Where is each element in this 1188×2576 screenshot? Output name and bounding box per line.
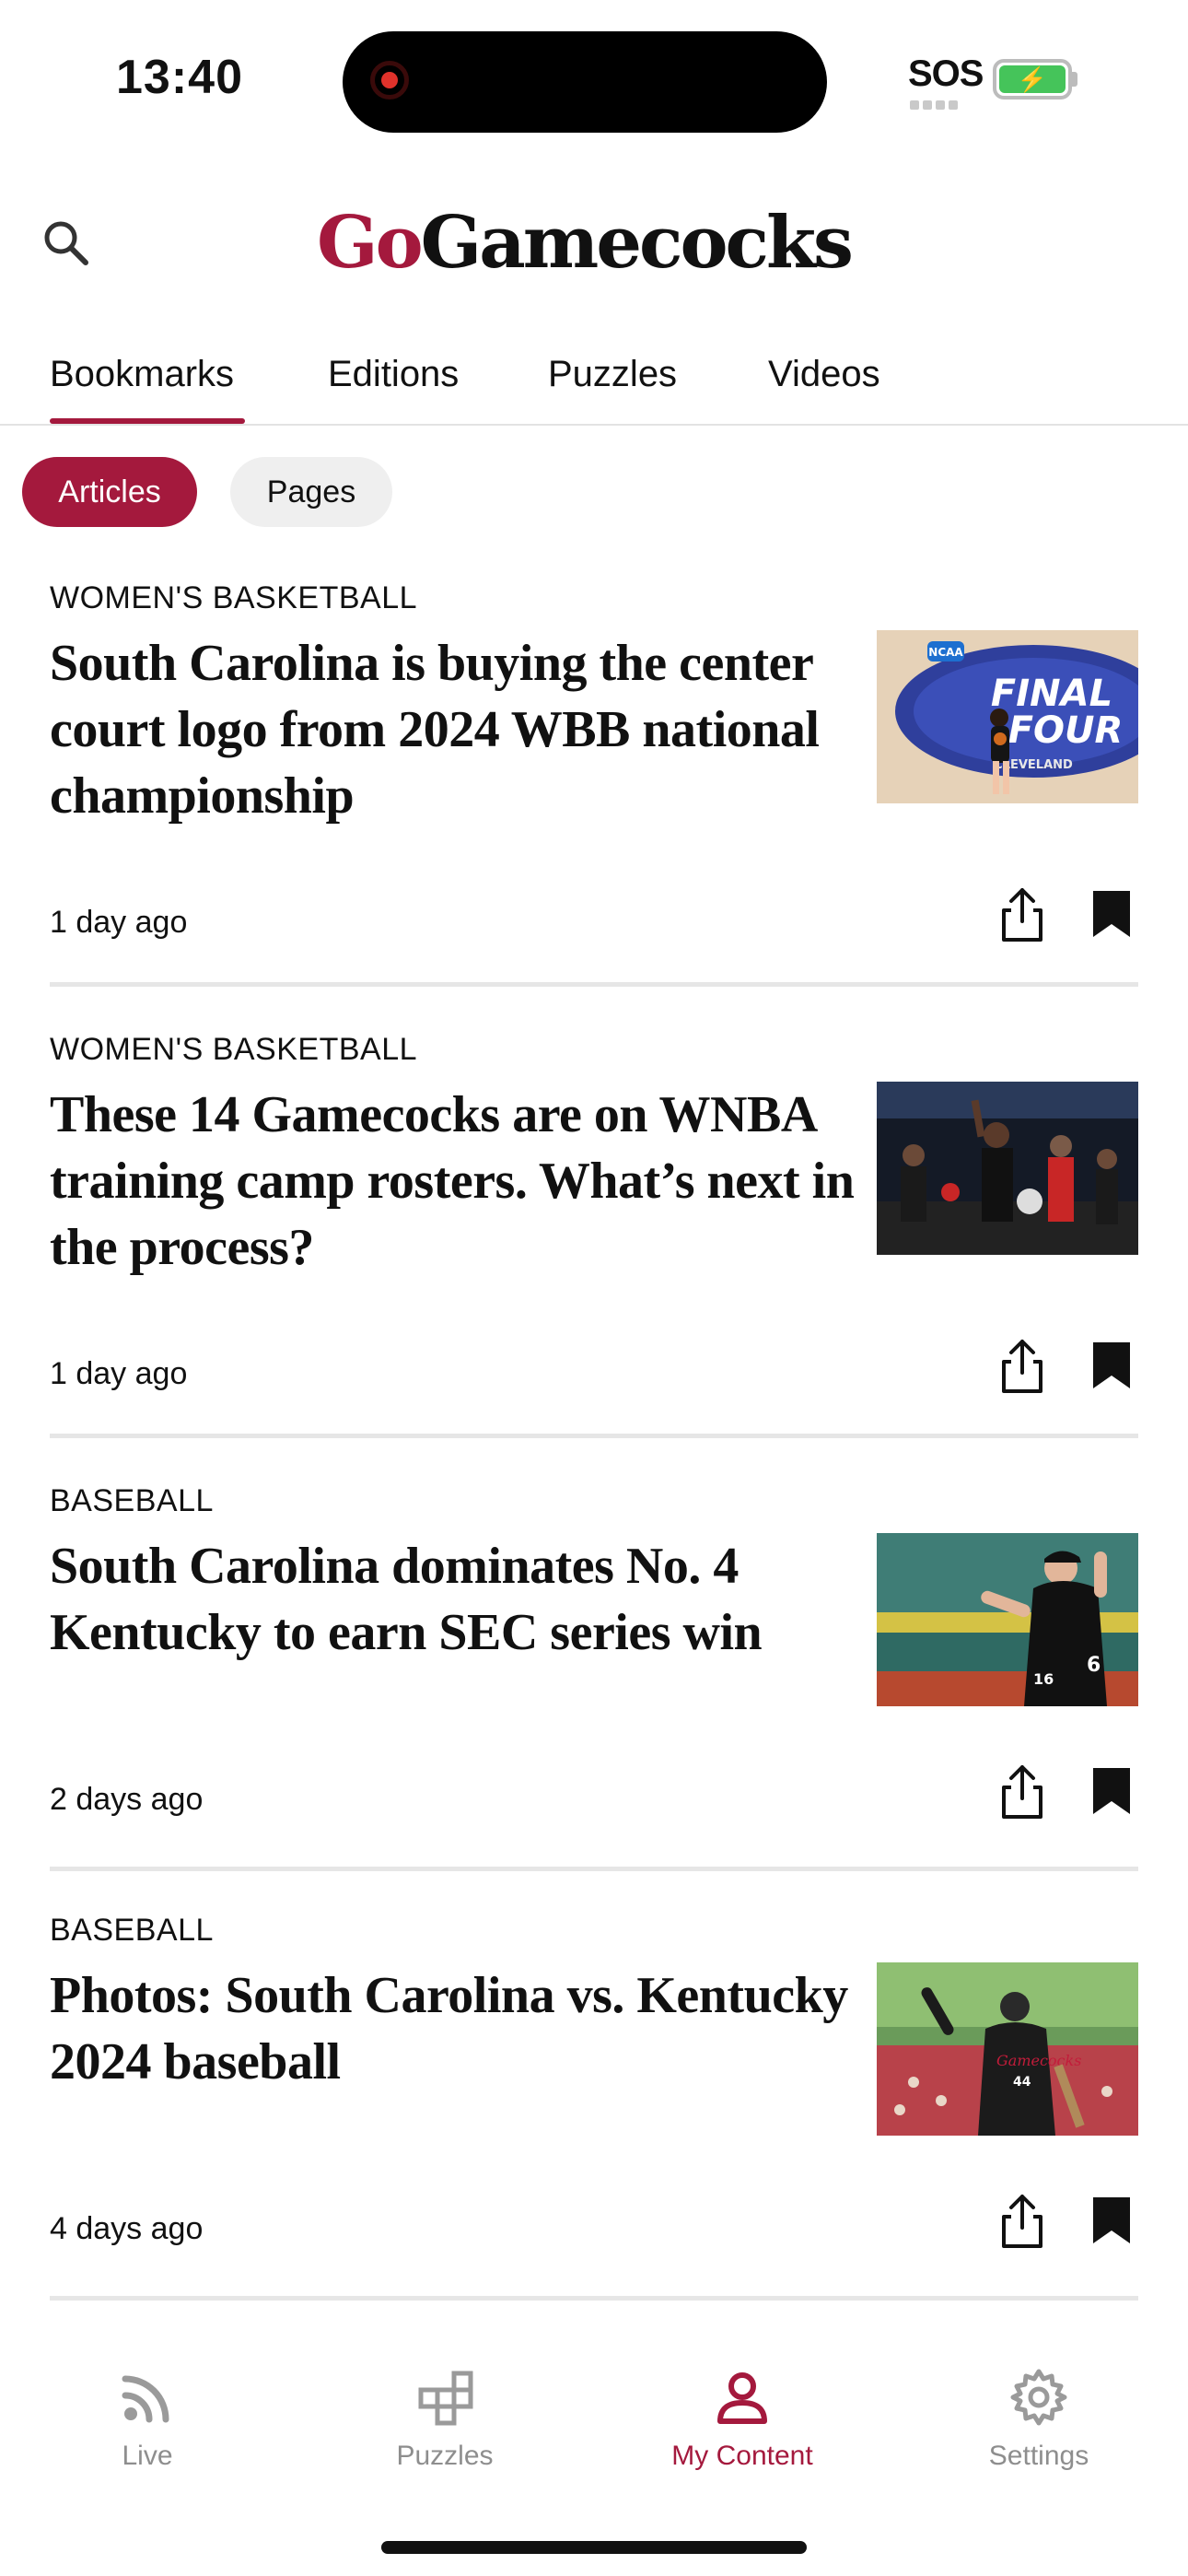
bookmark-icon[interactable]	[1090, 888, 1133, 944]
article-divider	[50, 2296, 1138, 2301]
nav-label: My Content	[671, 2441, 813, 2471]
signal-dots-icon	[910, 98, 961, 114]
logo-gamecocks: Gamecocks	[420, 201, 854, 285]
article-time: 1 day ago	[50, 905, 188, 940]
dynamic-island	[343, 31, 827, 133]
article-headline[interactable]: South Carolina dominates No. 4 Kentucky …	[50, 1533, 860, 1666]
article-thumbnail[interactable]	[877, 1082, 1138, 1255]
article-card[interactable]: WOMEN'S BASKETBALL These 14 Gamecocks ar…	[0, 1013, 1188, 1438]
rss-icon	[55, 2368, 239, 2431]
share-icon[interactable]	[998, 1338, 1046, 1399]
nav-puzzles[interactable]: Puzzles	[353, 2368, 537, 2472]
bookmark-icon[interactable]	[1090, 1340, 1133, 1396]
battery-icon: ⚡	[993, 59, 1072, 100]
puzzle-icon	[353, 2368, 537, 2431]
article-time: 4 days ago	[50, 2211, 204, 2246]
nav-live[interactable]: Live	[55, 2368, 239, 2472]
article-card[interactable]: WOMEN'S BASKETBALL South Carolina is buy…	[0, 562, 1188, 987]
article-divider	[50, 982, 1138, 987]
status-time: 13:40	[116, 51, 243, 104]
screen-recording-icon	[370, 61, 409, 100]
article-headline[interactable]: Photos: South Carolina vs. Kentucky 2024…	[50, 1962, 860, 2095]
svg-text:Gamecocks: Gamecocks	[996, 2052, 1081, 2069]
svg-text:44: 44	[1013, 2075, 1031, 2090]
nav-label: Settings	[988, 2441, 1089, 2471]
share-icon[interactable]	[998, 886, 1046, 948]
gear-icon	[947, 2368, 1131, 2431]
home-indicator[interactable]	[381, 2541, 807, 2554]
tabs-divider	[0, 424, 1188, 426]
tab-editions[interactable]: Editions	[328, 354, 459, 395]
tab-bookmarks[interactable]: Bookmarks	[50, 354, 234, 395]
chip-pages[interactable]: Pages	[230, 457, 392, 527]
tab-videos[interactable]: Videos	[768, 354, 880, 395]
logo-go: Go	[317, 201, 424, 285]
person-icon	[650, 2368, 834, 2431]
thumb-four-text: FOUR	[1008, 709, 1124, 752]
article-category: WOMEN'S BASKETBALL	[50, 580, 418, 615]
nav-label: Puzzles	[396, 2441, 494, 2471]
nav-label: Live	[122, 2441, 173, 2471]
bookmark-icon[interactable]	[1090, 2195, 1133, 2251]
chip-articles[interactable]: Articles	[22, 457, 197, 527]
article-time: 1 day ago	[50, 1356, 188, 1391]
nav-my-content[interactable]: My Content	[650, 2368, 834, 2472]
article-thumbnail[interactable]: 6 16	[877, 1533, 1138, 1706]
svg-text:16: 16	[1033, 1670, 1054, 1688]
tab-puzzles[interactable]: Puzzles	[548, 354, 677, 395]
thumb-ncaa-text: NCAA	[928, 646, 963, 659]
article-card[interactable]: BASEBALL South Carolina dominates No. 4 …	[0, 1465, 1188, 1871]
article-card[interactable]: BASEBALL Photos: South Carolina vs. Kent…	[0, 1894, 1188, 2301]
sos-indicator: SOS	[908, 53, 984, 94]
share-icon[interactable]	[998, 1763, 1046, 1825]
article-time: 2 days ago	[50, 1782, 204, 1817]
battery-tip	[1072, 72, 1077, 87]
svg-text:6: 6	[1087, 1654, 1101, 1677]
article-divider	[50, 1867, 1138, 1871]
share-icon[interactable]	[998, 2193, 1046, 2254]
article-divider	[50, 1434, 1138, 1438]
bookmark-icon[interactable]	[1090, 1765, 1133, 1821]
nav-settings[interactable]: Settings	[947, 2368, 1131, 2472]
article-thumbnail[interactable]: NCAA FINAL FOUR CLEVELAND	[877, 630, 1138, 803]
article-category: WOMEN'S BASKETBALL	[50, 1032, 418, 1067]
article-headline[interactable]: South Carolina is buying the center cour…	[50, 630, 860, 829]
article-category: BASEBALL	[50, 1483, 214, 1518]
article-headline[interactable]: These 14 Gamecocks are on WNBA training …	[50, 1082, 860, 1281]
search-icon[interactable]	[42, 219, 90, 272]
app-logo: GoGamecocks	[317, 201, 854, 285]
article-thumbnail[interactable]: Gamecocks 44	[877, 1962, 1138, 2136]
article-category: BASEBALL	[50, 1913, 214, 1948]
